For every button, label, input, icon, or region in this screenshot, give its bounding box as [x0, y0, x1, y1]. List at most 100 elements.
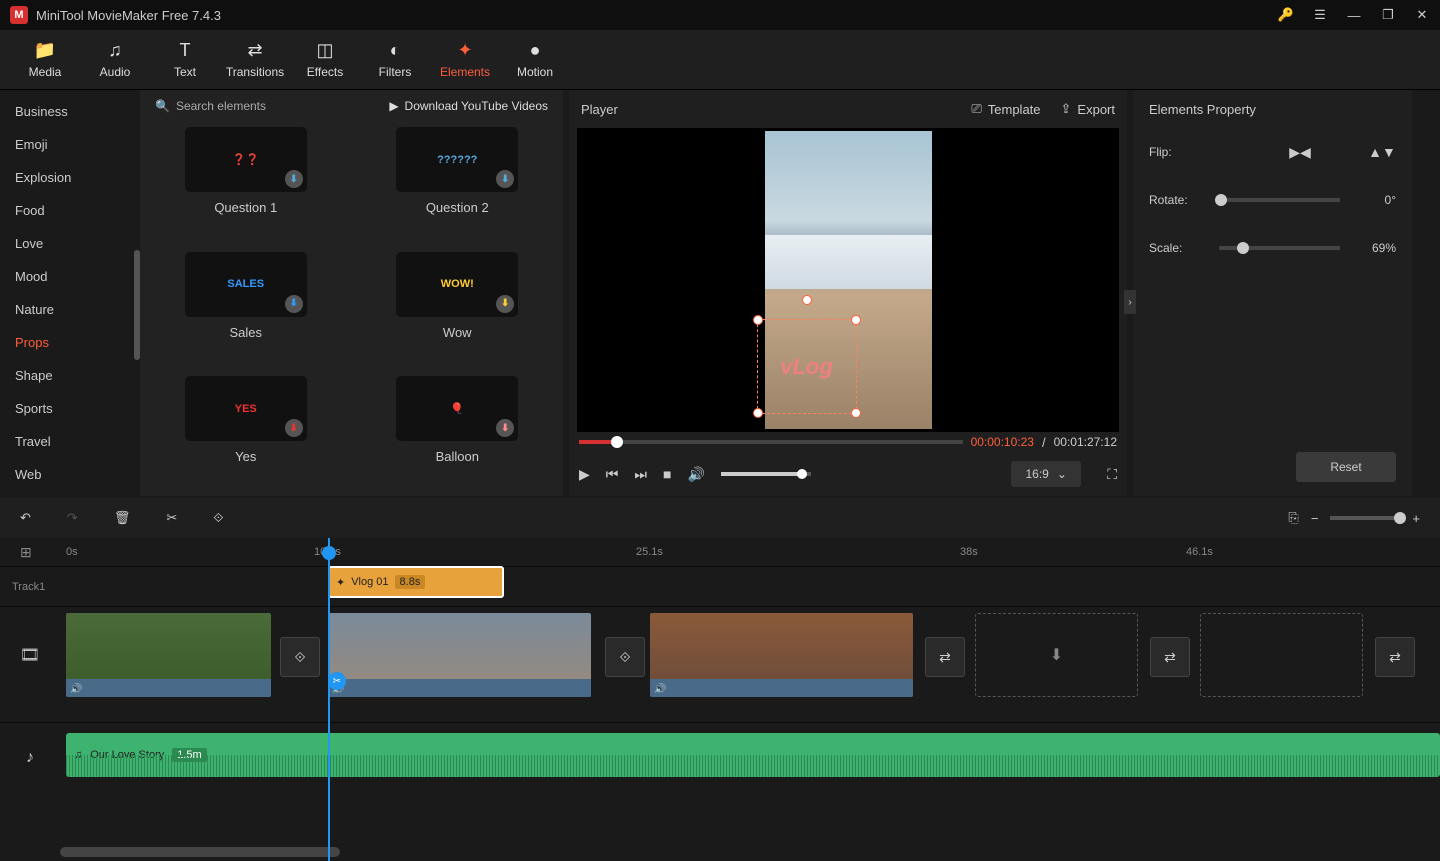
- cat-nature[interactable]: Nature: [0, 293, 140, 326]
- flip-horizontal-button[interactable]: ▶◀: [1286, 140, 1314, 164]
- download-youtube-link[interactable]: ▶Download YouTube Videos: [389, 99, 548, 113]
- resize-handle[interactable]: [753, 408, 763, 418]
- element-selection[interactable]: vLog: [757, 319, 857, 414]
- element-clip[interactable]: ✦ Vlog 01 8.8s: [328, 566, 504, 598]
- transition-1[interactable]: ⟐: [280, 637, 320, 677]
- video-frame: vLog: [765, 131, 932, 429]
- cat-food[interactable]: Food: [0, 194, 140, 227]
- cat-business[interactable]: Business: [0, 95, 140, 128]
- download-icon[interactable]: ⬇: [496, 170, 514, 188]
- transition-5[interactable]: ⇄: [1375, 637, 1415, 677]
- cut-button[interactable]: ✂: [166, 510, 177, 526]
- tab-text[interactable]: TText: [150, 30, 220, 90]
- element-balloon[interactable]: 🎈⬇Balloon: [372, 376, 544, 491]
- clip-placeholder[interactable]: [1200, 613, 1363, 697]
- elements-panel: Business Emoji Explosion Food Love Mood …: [0, 90, 563, 496]
- resize-handle[interactable]: [753, 315, 763, 325]
- close-icon[interactable]: ✕: [1414, 7, 1430, 23]
- undo-button[interactable]: ↶: [20, 510, 31, 526]
- download-icon[interactable]: ⬇: [496, 295, 514, 313]
- download-icon[interactable]: ⬇: [496, 419, 514, 437]
- search-input[interactable]: 🔍Search elements: [155, 99, 266, 113]
- download-icon[interactable]: ⬇: [285, 170, 303, 188]
- timeline-toolbar: ↶ ↷ 🗑 ✂ ⟐ ⎘ − +: [0, 498, 1440, 538]
- tab-elements[interactable]: ✦Elements: [430, 30, 500, 90]
- reset-button[interactable]: Reset: [1296, 452, 1396, 482]
- cat-emoji[interactable]: Emoji: [0, 128, 140, 161]
- properties-panel: Elements Property Flip: ▶◀ ▲▼ Rotate: 0°…: [1133, 90, 1412, 496]
- volume-icon[interactable]: 🔊: [687, 466, 704, 483]
- element-yes[interactable]: YES⬇Yes: [160, 376, 332, 491]
- playhead[interactable]: [328, 538, 330, 861]
- zoom-in-button[interactable]: +: [1412, 511, 1420, 526]
- tab-transitions[interactable]: ⇄Transitions: [220, 30, 290, 90]
- fullscreen-button[interactable]: ⛶: [1107, 466, 1117, 483]
- main-toolbar: 📁Media ♫Audio TText ⇄Transitions ◫Effect…: [0, 30, 1440, 90]
- play-button[interactable]: ▶: [579, 466, 590, 483]
- delete-button[interactable]: 🗑: [114, 510, 131, 526]
- transition-2[interactable]: ⟐: [605, 637, 645, 677]
- flip-vertical-button[interactable]: ▲▼: [1368, 140, 1396, 164]
- rotate-slider[interactable]: [1219, 198, 1340, 202]
- track1-label: Track1: [0, 581, 60, 593]
- vlog-overlay: vLog: [780, 354, 833, 380]
- element-sales[interactable]: SALES⬇Sales: [160, 252, 332, 367]
- tab-motion[interactable]: ●Motion: [500, 30, 570, 90]
- cat-travel[interactable]: Travel: [0, 425, 140, 458]
- category-scrollbar[interactable]: [134, 250, 140, 360]
- search-icon: 🔍: [155, 99, 170, 113]
- transition-4[interactable]: ⇄: [1150, 637, 1190, 677]
- download-icon[interactable]: ⬇: [285, 419, 303, 437]
- video-track: 🎞 🔊 ⟐ 🔊 ⟐ 🔊 ⇄ ⬇ ⇄ ⇄ ✂: [0, 606, 1440, 702]
- add-media-button[interactable]: ⊞: [20, 544, 32, 561]
- panel-expander[interactable]: ›: [1124, 290, 1136, 314]
- cut-marker[interactable]: ✂: [328, 672, 346, 690]
- redo-button[interactable]: ↷: [67, 510, 78, 526]
- video-track-icon: 🎞: [0, 645, 60, 665]
- cat-mood[interactable]: Mood: [0, 260, 140, 293]
- zoom-slider[interactable]: [1330, 516, 1400, 520]
- volume-slider[interactable]: [721, 472, 811, 476]
- cat-props[interactable]: Props: [0, 326, 140, 359]
- download-icon[interactable]: ⬇: [285, 295, 303, 313]
- menu-icon[interactable]: ☰: [1312, 7, 1328, 23]
- next-button[interactable]: ⏭: [634, 466, 647, 483]
- element-question-2[interactable]: ??????⬇Question 2: [372, 127, 544, 242]
- crop-button[interactable]: ⟐: [213, 510, 223, 526]
- tab-effects[interactable]: ◫Effects: [290, 30, 360, 90]
- video-clip-2[interactable]: 🔊: [328, 613, 591, 697]
- element-wow[interactable]: WOW!⬇Wow: [372, 252, 544, 367]
- transition-3[interactable]: ⇄: [925, 637, 965, 677]
- stop-button[interactable]: ■: [663, 466, 671, 482]
- resize-handle[interactable]: [851, 408, 861, 418]
- rotate-handle[interactable]: [802, 295, 812, 305]
- video-viewport[interactable]: vLog: [577, 128, 1119, 432]
- scale-slider[interactable]: [1219, 246, 1340, 250]
- clip-placeholder[interactable]: ⬇: [975, 613, 1138, 697]
- cat-explosion[interactable]: Explosion: [0, 161, 140, 194]
- aspect-select[interactable]: 16:9⌄: [1011, 461, 1081, 487]
- cat-sports[interactable]: Sports: [0, 392, 140, 425]
- resize-handle[interactable]: [851, 315, 861, 325]
- time-ruler[interactable]: ⊞ 0s10.9s25.1s38s46.1s: [0, 538, 1440, 566]
- audio-clip[interactable]: ♫ Our Love Story 1.5m: [66, 733, 1440, 777]
- tab-media[interactable]: 📁Media: [10, 30, 80, 90]
- export-button[interactable]: ⇪Export: [1061, 101, 1115, 117]
- prev-button[interactable]: ⏮: [606, 466, 619, 483]
- timeline-scrollbar[interactable]: [60, 847, 340, 857]
- element-question-1[interactable]: ❓❓⬇Question 1: [160, 127, 332, 242]
- cat-shape[interactable]: Shape: [0, 359, 140, 392]
- tab-filters[interactable]: ◐Filters: [360, 30, 430, 90]
- tab-audio[interactable]: ♫Audio: [80, 30, 150, 90]
- cat-web[interactable]: Web: [0, 458, 140, 491]
- minimize-icon[interactable]: —: [1346, 7, 1362, 23]
- maximize-icon[interactable]: ❐: [1380, 7, 1396, 23]
- zoom-out-button[interactable]: −: [1311, 511, 1319, 526]
- video-clip-1[interactable]: 🔊: [66, 613, 271, 697]
- key-icon[interactable]: 🔑: [1278, 7, 1294, 23]
- progress-bar[interactable]: [579, 440, 963, 444]
- video-clip-3[interactable]: 🔊: [650, 613, 913, 697]
- fit-button[interactable]: ⎘: [1288, 510, 1298, 526]
- template-button[interactable]: ⎚Template: [971, 101, 1040, 117]
- cat-love[interactable]: Love: [0, 227, 140, 260]
